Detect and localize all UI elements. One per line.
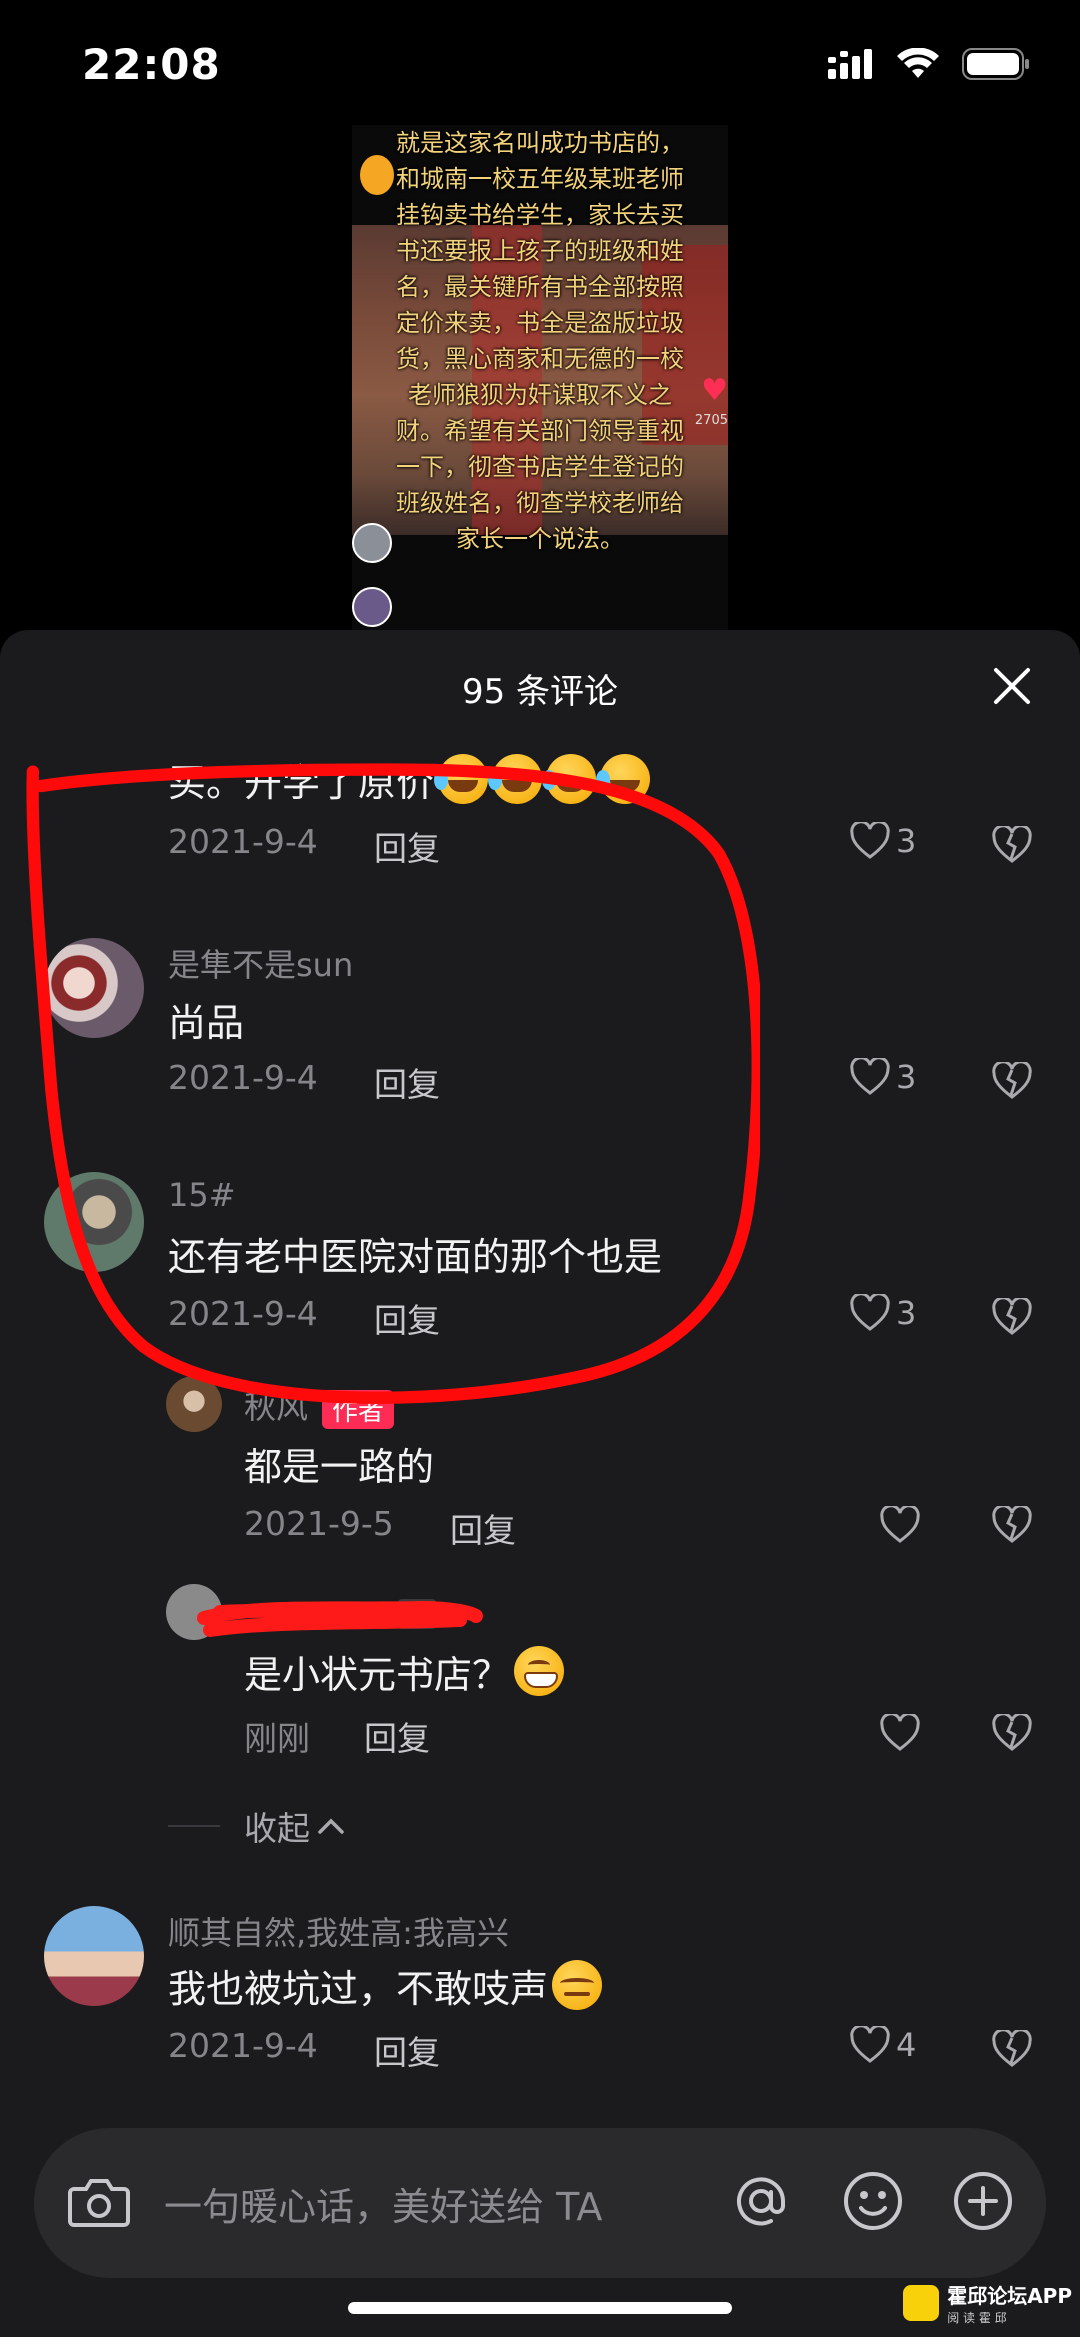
heart-outline-icon [880,1714,920,1751]
camera-button[interactable] [64,2166,134,2236]
chevron-up-icon [318,1818,344,1834]
heart-outline-icon [850,822,890,859]
like-count: 3 [896,1058,917,1096]
close-button[interactable] [984,658,1040,714]
heart-outline-icon [850,2026,890,2063]
grinning-emoji-icon [514,1646,565,1696]
comment-username[interactable]: 15# [168,1176,236,1214]
status-icons [828,48,1030,80]
avatar[interactable] [352,523,392,563]
laughing-emoji-icon [542,754,597,804]
avatar[interactable] [44,1906,144,2006]
status-bar: 22:08 [0,0,1080,130]
close-icon [994,668,1030,704]
at-sign-icon [737,2177,785,2226]
avatar[interactable] [44,1172,144,1272]
collapse-label: 收起 [244,1809,310,1848]
comment-username[interactable]: 秋风 作者 [244,1382,395,1429]
comment-date: 2021-9-5 [244,1504,394,1543]
reply-button[interactable]: 回复 [374,1294,440,1342]
status-time: 22:08 [82,40,221,89]
divider [168,1825,220,1827]
broken-heart-icon[interactable] [992,1062,1032,1100]
like-button[interactable]: 3 [850,822,916,860]
reply-button[interactable]: 回复 [374,1058,440,1106]
camera-icon [68,2179,130,2227]
broken-heart-icon[interactable] [992,826,1032,864]
collapse-replies-button[interactable]: 收起 [168,1802,346,1850]
like-button[interactable]: 3 [850,1058,916,1096]
comment-text: 是小状元书店？ [244,1644,565,1699]
reply-button[interactable]: 回复 [450,1504,516,1552]
broken-heart-icon[interactable] [992,1506,1032,1544]
like-button[interactable]: 4 [850,2026,916,2064]
watermark: 霍邱论坛APP 阅 读 霍 邱 [903,2280,1072,2326]
signal-icon [828,49,872,79]
comment-count-title: 95 条评论 [461,672,619,712]
broken-heart-icon[interactable] [992,1714,1032,1752]
avatar[interactable] [166,1376,222,1432]
comment-text: 买。开学了原价 [168,752,651,807]
unamused-emoji-icon [552,1960,603,2010]
wifi-icon [897,48,939,78]
watermark-title: 霍邱论坛APP [947,2284,1072,2308]
comment-text: 我也被坑过，不敢吱声 [168,1958,603,2013]
comment-date: 2021-9-4 [168,2026,318,2065]
reply-button[interactable]: 回复 [364,1712,430,1760]
watermark-logo-icon [903,2285,940,2321]
comment-date: 2021-9-4 [168,1294,318,1333]
avatar[interactable] [44,938,144,1038]
comment-date: 2021-9-4 [168,822,318,861]
video-caption: 就是这家名叫成功书店的， 和城南一校五年级某班老师 挂钩卖书给学生，家长去买 书… [396,129,684,553]
comment-sheet: 95 条评论 买。开学了原价 2021-9-4 回复 3 是隼不是sun 尚品 … [0,630,1080,2337]
smiley-icon [844,2172,902,2230]
emoji-button[interactable] [838,2166,908,2236]
like-button[interactable]: 3 [850,1294,916,1332]
broken-heart-icon[interactable] [992,1298,1032,1336]
battery-icon [962,48,1029,80]
author-badge: 作者 [322,1389,395,1429]
heart-outline-icon [850,1294,890,1331]
avatar[interactable] [352,587,392,627]
redaction-scribble [197,1600,483,1637]
home-indicator[interactable] [348,2302,732,2314]
comment-date: 刚刚 [244,1719,310,1758]
broken-heart-icon[interactable] [992,2030,1032,2068]
laughing-emoji-icon [488,754,543,804]
watermark-subtitle: 阅 读 霍 邱 [947,2311,1007,2325]
heart-icon[interactable]: ♥ [701,373,728,408]
comment-username[interactable]: 顺其自然,我姓高:我高兴 [168,1908,509,1954]
comment-text: 还有老中医院对面的那个也是 [168,1235,663,1279]
plus-circle-icon [954,2172,1012,2230]
like-count: 4 [896,2026,917,2064]
like-count: 3 [896,1294,917,1332]
like-button[interactable] [880,1506,920,1544]
heart-outline-icon [880,1506,920,1543]
add-button[interactable] [948,2166,1018,2236]
heart-outline-icon [850,1058,890,1095]
like-count: 3 [896,822,917,860]
like-button[interactable] [880,1714,920,1752]
video-preview[interactable]: 就是这家名叫成功书店的， 和城南一校五年级某班老师 挂钩卖书给学生，家长去买 书… [352,125,728,630]
mention-button[interactable] [726,2166,796,2236]
comment-input-placeholder: 一句暖心话，美好送给 TA [164,2185,603,2229]
video-like-count: 2705 [694,413,728,428]
comment-input[interactable]: 一句暖心话，美好送给 TA [34,2128,1046,2278]
comment-text: 都是一路的 [244,1445,435,1489]
laughing-emoji-icon [434,754,489,804]
comment-date: 2021-9-4 [168,1058,318,1097]
laughing-emoji-icon [596,754,651,804]
comment-username[interactable]: 是隼不是sun [168,940,353,986]
reply-button[interactable]: 回复 [374,2026,440,2074]
comment-text: 尚品 [168,1001,245,1045]
reply-button[interactable]: 回复 [374,822,440,870]
